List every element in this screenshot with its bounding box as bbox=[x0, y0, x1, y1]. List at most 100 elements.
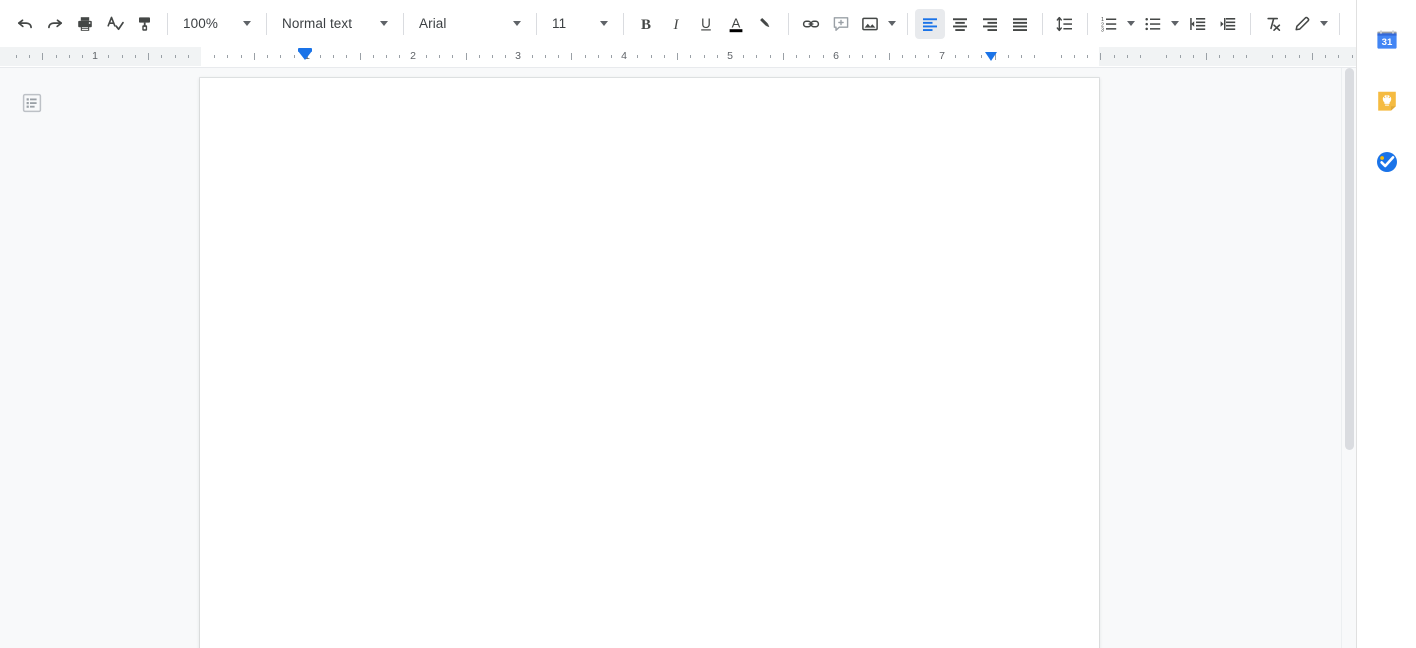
ruler-tick bbox=[479, 55, 480, 58]
sidepanel-item-keep[interactable] bbox=[1367, 83, 1407, 123]
vertical-scrollbar-track[interactable] bbox=[1341, 68, 1356, 648]
bold-icon: B bbox=[636, 14, 656, 34]
ruler-tick bbox=[241, 55, 242, 58]
keep-icon bbox=[1375, 89, 1399, 118]
font-family-dropdown[interactable]: Arial bbox=[411, 9, 529, 39]
ruler-tick bbox=[175, 55, 176, 58]
toolbar-separator-10 bbox=[1250, 12, 1251, 35]
ruler-tick bbox=[439, 55, 440, 58]
toolbar-separator-6 bbox=[788, 12, 789, 35]
text-color-button[interactable]: A bbox=[721, 9, 751, 39]
chevron-down-icon bbox=[372, 21, 394, 26]
zoom-dropdown[interactable]: 100% bbox=[175, 9, 259, 39]
ruler-tick bbox=[1312, 53, 1313, 60]
align-center-button[interactable] bbox=[945, 9, 975, 39]
ruler-tick bbox=[1206, 53, 1207, 60]
italic-button[interactable]: I bbox=[661, 9, 691, 39]
ruler-tick bbox=[637, 55, 638, 58]
ruler-tick bbox=[386, 55, 387, 58]
ruler-tick bbox=[571, 53, 572, 60]
ruler-tick bbox=[188, 55, 189, 58]
ruler-number: 4 bbox=[621, 49, 627, 62]
comment-plus-icon bbox=[831, 14, 851, 34]
underline-button[interactable]: U bbox=[691, 9, 721, 39]
toolbar-separator-4 bbox=[536, 12, 537, 35]
align-justify-icon bbox=[1010, 14, 1030, 34]
bulleted-list-icon bbox=[1139, 9, 1167, 39]
calendar-badge-text: 31 bbox=[1381, 37, 1392, 48]
ruler-tick bbox=[611, 55, 612, 58]
show-document-outline-button[interactable] bbox=[18, 91, 46, 119]
ruler-tick bbox=[1166, 55, 1167, 58]
numbered-list-button[interactable]: 1 2 3 bbox=[1095, 9, 1139, 39]
line-spacing-button[interactable] bbox=[1050, 9, 1080, 39]
document-body-text[interactable] bbox=[200, 78, 1099, 280]
ruler-tick bbox=[426, 55, 427, 58]
highlight-pen-icon bbox=[756, 14, 776, 34]
google-docs-window: 100% Normal text Arial 11 B I U A 1 2 3 … bbox=[0, 0, 1416, 648]
undo-button[interactable] bbox=[10, 9, 40, 39]
sidepanel-item-tasks[interactable] bbox=[1367, 144, 1407, 184]
ruler-tick bbox=[1180, 55, 1181, 58]
undo-icon bbox=[15, 14, 35, 34]
paragraph-style-value: Normal text bbox=[282, 16, 353, 31]
ruler-tick bbox=[466, 53, 467, 60]
align-left-button[interactable] bbox=[915, 8, 945, 39]
ruler-tick bbox=[955, 55, 956, 58]
paint-format-button[interactable] bbox=[130, 9, 160, 39]
align-justify-button[interactable] bbox=[1005, 9, 1035, 39]
bulleted-list-button[interactable] bbox=[1139, 9, 1183, 39]
document-outline-icon bbox=[22, 93, 42, 118]
print-button[interactable] bbox=[70, 9, 100, 39]
ruler-tick bbox=[717, 55, 718, 58]
ruler-tick bbox=[1021, 55, 1022, 58]
insert-image-button[interactable] bbox=[856, 9, 900, 39]
svg-text:B: B bbox=[641, 17, 651, 33]
ruler-number: 5 bbox=[727, 49, 733, 62]
ruler-tick bbox=[294, 55, 295, 58]
increase-indent-button[interactable] bbox=[1213, 9, 1243, 39]
toolbar-separator-2 bbox=[266, 12, 267, 35]
ruler-tick bbox=[981, 55, 982, 58]
toolbar-separator-5 bbox=[623, 12, 624, 35]
ruler-tick bbox=[677, 53, 678, 60]
link-icon bbox=[801, 14, 821, 34]
ruler-tick bbox=[1114, 55, 1115, 58]
ruler-surface[interactable]: 11234567 bbox=[0, 47, 1356, 66]
ruler-tick bbox=[1140, 55, 1141, 58]
calendar-icon: 31 bbox=[1375, 28, 1399, 57]
ruler-tick bbox=[1061, 55, 1062, 58]
document-page[interactable] bbox=[200, 78, 1099, 648]
ruler-tick bbox=[1352, 55, 1353, 58]
redo-button[interactable] bbox=[40, 9, 70, 39]
highlight-color-button[interactable] bbox=[751, 9, 781, 39]
spellcheck-icon bbox=[105, 14, 125, 34]
add-comment-button[interactable] bbox=[826, 9, 856, 39]
ruler-tick bbox=[862, 55, 863, 58]
editing-mode-button[interactable] bbox=[1288, 9, 1332, 39]
right-indent-marker[interactable] bbox=[985, 52, 997, 61]
clear-formatting-button[interactable] bbox=[1258, 9, 1288, 39]
decrease-indent-button[interactable] bbox=[1183, 9, 1213, 39]
vertical-scrollbar-thumb[interactable] bbox=[1345, 68, 1354, 450]
sidepanel-item-calendar[interactable]: 31 bbox=[1367, 22, 1407, 62]
ruler-right-margin-zone bbox=[1099, 47, 1356, 66]
left-indent-marker[interactable] bbox=[298, 51, 312, 60]
bold-button[interactable]: B bbox=[631, 9, 661, 39]
spelling-check-button[interactable] bbox=[100, 9, 130, 39]
ruler-tick bbox=[82, 55, 83, 58]
ruler-tick bbox=[664, 55, 665, 58]
toolbar-separator-9 bbox=[1087, 12, 1088, 35]
pencil-icon bbox=[1288, 9, 1316, 39]
ruler-tick bbox=[1246, 55, 1247, 58]
ruler-tick bbox=[545, 55, 546, 58]
insert-link-button[interactable] bbox=[796, 9, 826, 39]
paragraph-style-dropdown[interactable]: Normal text bbox=[274, 9, 396, 39]
font-size-dropdown[interactable]: 11 bbox=[544, 9, 616, 39]
ruler-tick bbox=[1325, 55, 1326, 58]
ruler-tick bbox=[373, 55, 374, 58]
ruler-tick bbox=[823, 55, 824, 58]
document-canvas[interactable] bbox=[0, 68, 1356, 648]
horizontal-ruler[interactable]: 11234567 bbox=[0, 47, 1356, 68]
align-right-button[interactable] bbox=[975, 9, 1005, 39]
